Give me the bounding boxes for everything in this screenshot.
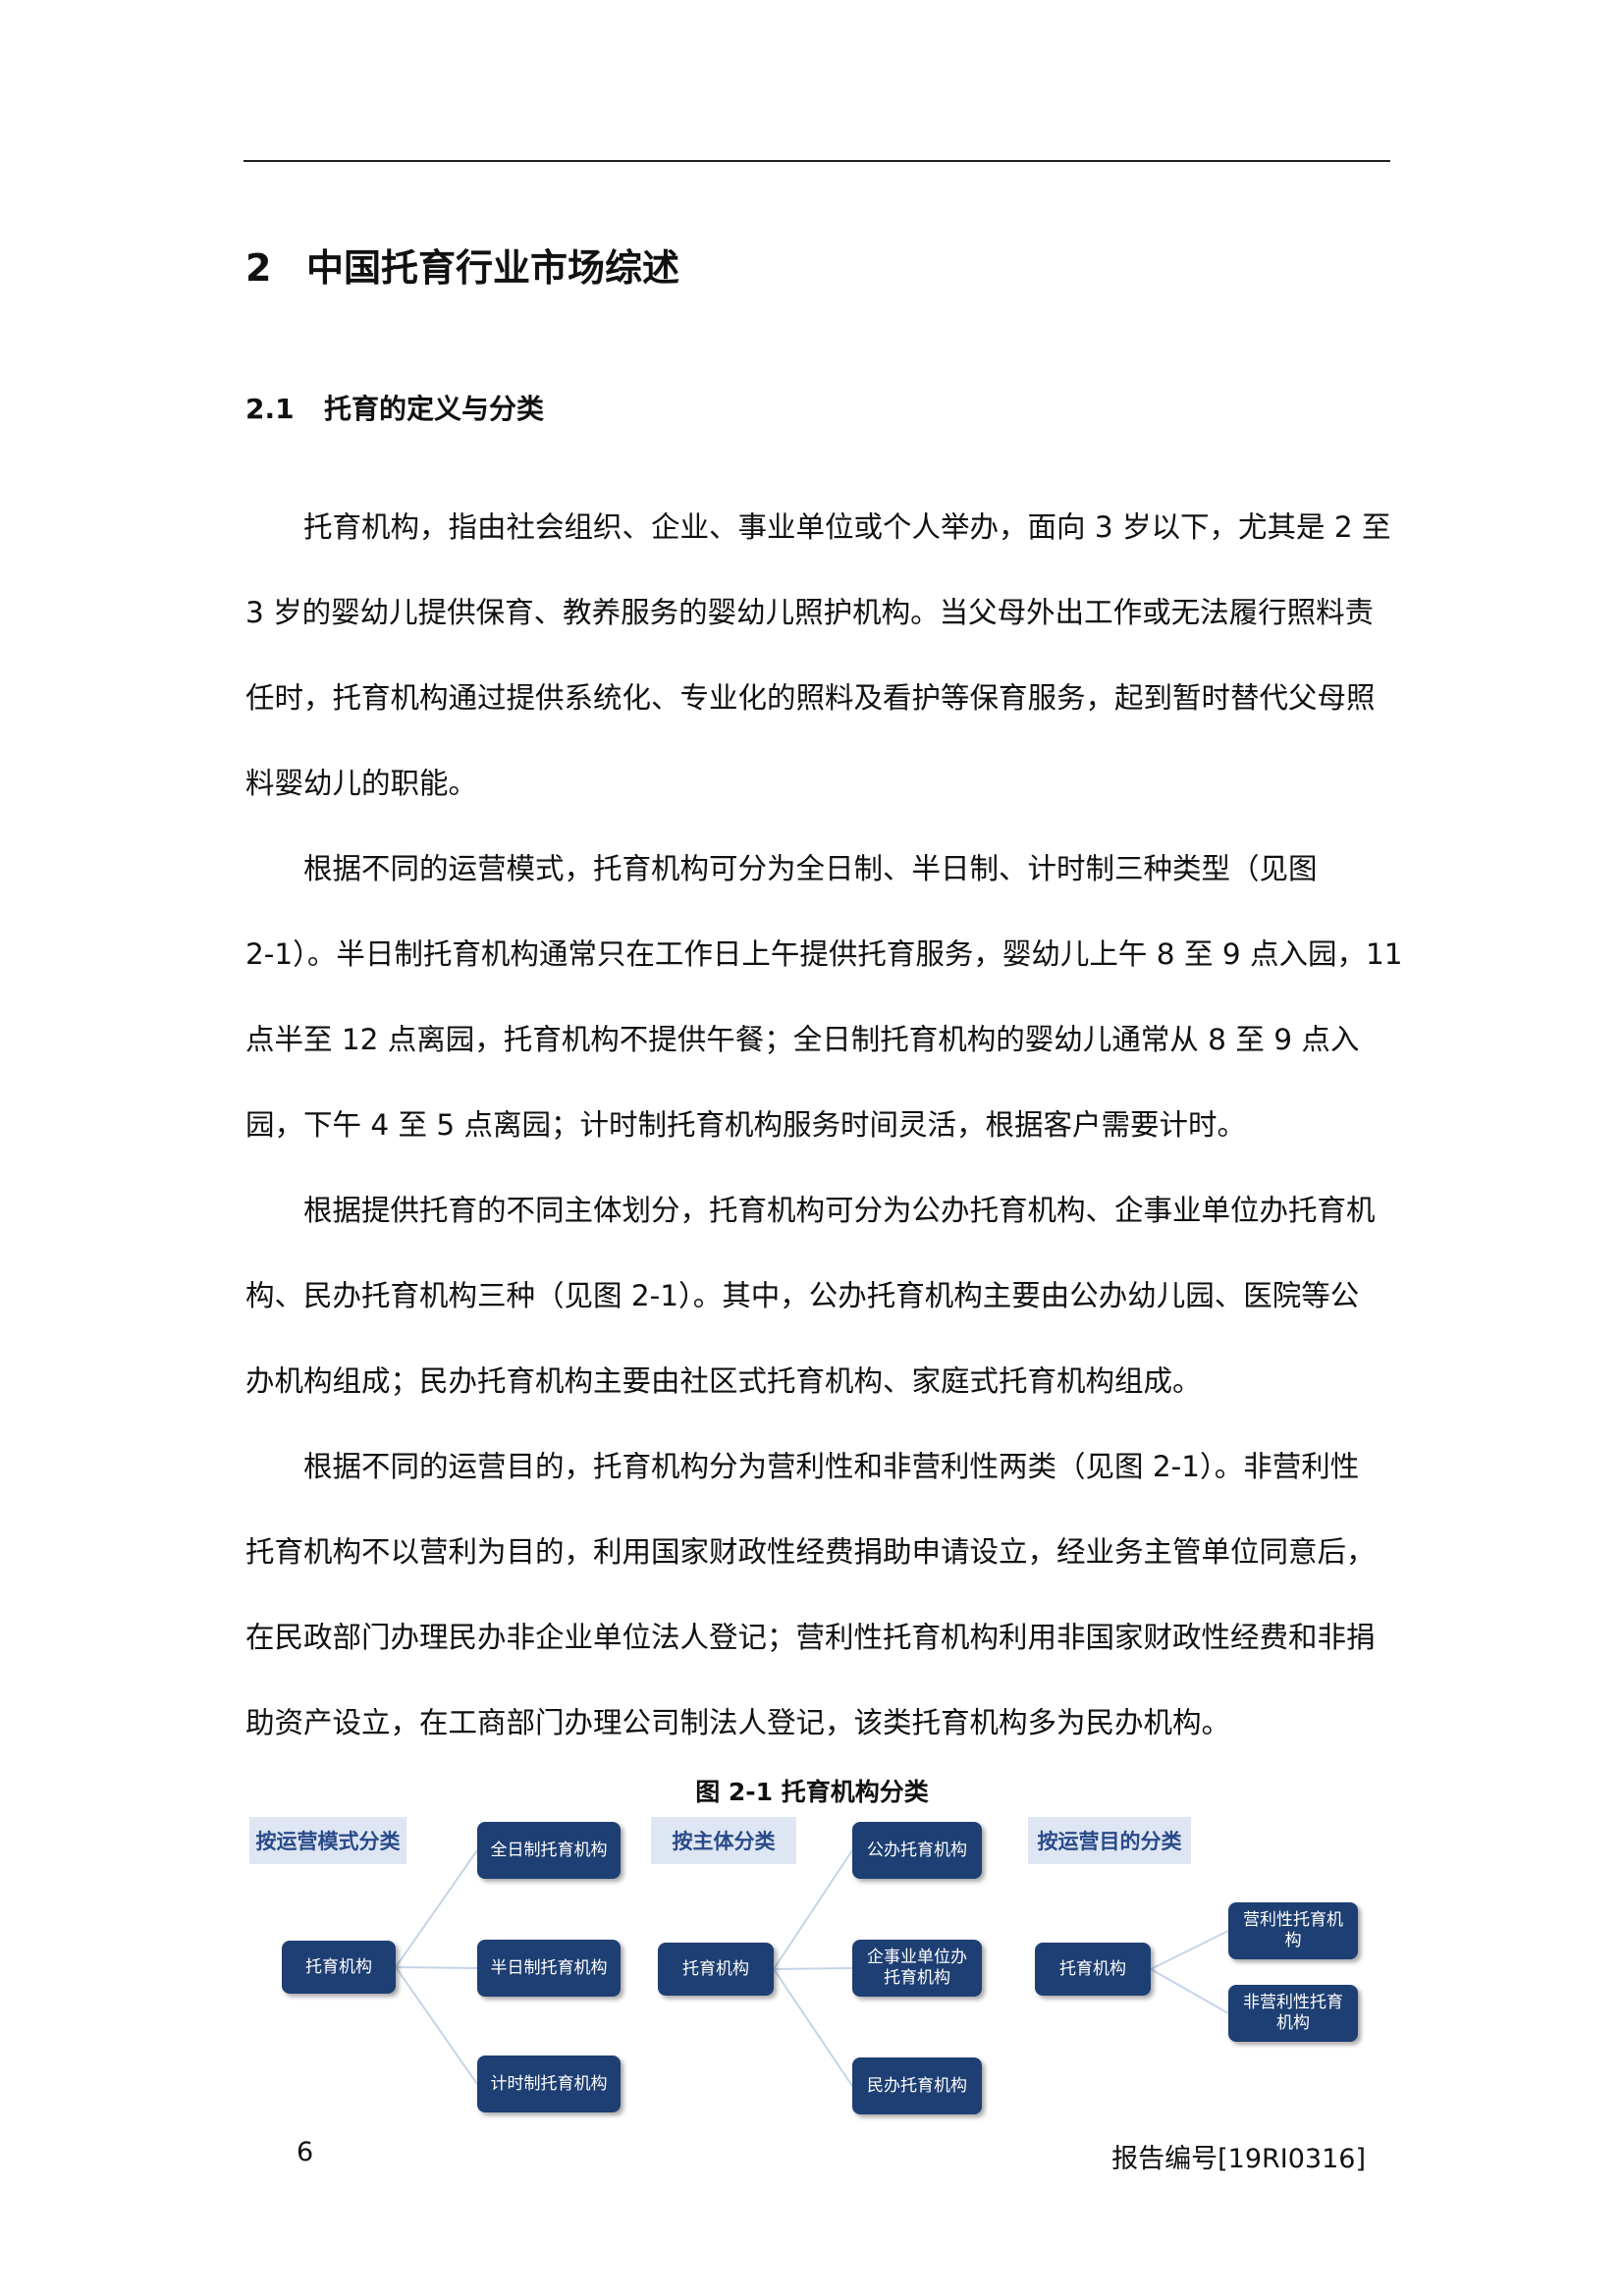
connector-line: [773, 1968, 853, 2087]
classification-diagram: 按运营模式分类托育机构 全日制托育机构 半日制托育机构 计时制托育机构 按主体分类托育机…: [0, 0, 1624, 2296]
child-node: 非营利性托育 机构: [1228, 1985, 1358, 2042]
connector-line: [395, 1966, 478, 1969]
report-number: 报告编号[19RI0316]: [1111, 2144, 1366, 2174]
connector-line: [1150, 1968, 1229, 2014]
connector-line: [773, 1849, 853, 1970]
category-header: 按主体分类: [651, 1817, 796, 1864]
root-node: 托育机构: [282, 1941, 396, 1994]
child-node: 营利性托育机构: [1228, 1902, 1358, 1959]
diagram-connectors: [395, 1849, 1229, 2087]
connector-line: [395, 1966, 478, 2085]
page-number: 6: [297, 2137, 314, 2167]
child-node: 企事业单位办 托育机构: [852, 1940, 982, 1997]
category-header: 按运营模式分类: [249, 1817, 406, 1864]
category-header: 按运营目的分类: [1028, 1817, 1191, 1864]
child-node: 公办托育机构: [852, 1822, 982, 1879]
child-node: 民办托育机构: [852, 2057, 982, 2114]
child-node: 计时制托育机构: [477, 2056, 621, 2112]
root-node: 托育机构: [1035, 1943, 1151, 1996]
child-node: 半日制托育机构: [477, 1940, 621, 1997]
root-node: 托育机构: [658, 1943, 774, 1996]
child-node: 全日制托育机构: [477, 1822, 621, 1879]
connector-line: [773, 1967, 853, 1970]
connector-line: [395, 1849, 478, 1968]
connector-line: [1150, 1930, 1229, 1970]
